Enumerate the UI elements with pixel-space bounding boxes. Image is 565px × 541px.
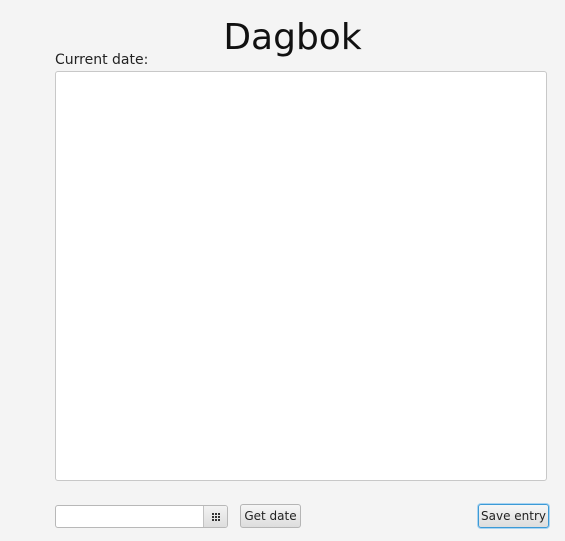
diary-entry-textarea[interactable] [55, 71, 547, 481]
current-date-label: Current date: [55, 52, 149, 68]
date-picker[interactable] [55, 505, 228, 528]
date-input[interactable] [56, 506, 203, 527]
calendar-button[interactable] [203, 506, 227, 527]
calendar-icon [211, 512, 220, 521]
save-entry-button[interactable]: Save entry [478, 504, 549, 528]
get-date-button[interactable]: Get date [240, 504, 301, 528]
